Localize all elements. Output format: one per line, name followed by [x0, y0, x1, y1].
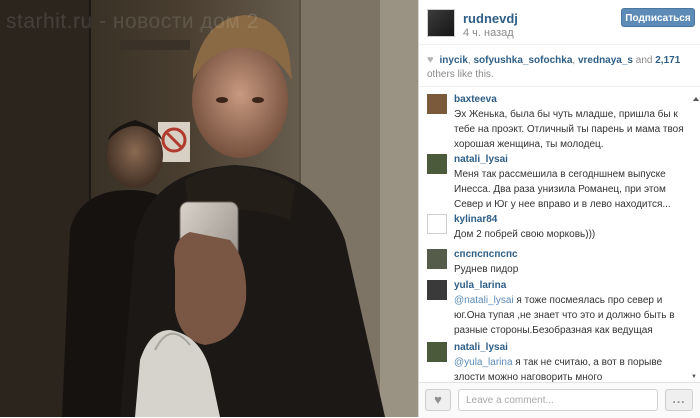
comment-text: Эх Женька, была бы чуть младше, пришла б… — [454, 109, 684, 150]
comment-text: Руднев пидор — [454, 264, 519, 275]
liker-link[interactable]: inycik — [440, 55, 468, 66]
commenter-username[interactable]: спспспспспс — [454, 249, 518, 260]
author-avatar[interactable] — [427, 9, 455, 37]
photo-watermark: starhit.ru - новости дом 2 — [6, 10, 259, 33]
commenter-avatar[interactable] — [427, 249, 447, 269]
author-username[interactable]: rudnevdj — [463, 11, 518, 26]
commenter-username[interactable]: natali_lysai — [454, 154, 508, 165]
likes-summary: ♥ inycik, sofyushka_sofochka, vrednaya_s … — [427, 54, 681, 80]
post-photo: starhit.ru - новости дом 2 — [0, 0, 418, 417]
follow-button[interactable]: Подписаться — [621, 8, 695, 27]
post-header: rudnevdj 4 ч. назад Подписаться — [419, 0, 700, 45]
likes-suffix: others like this. — [427, 69, 494, 80]
comments-scrollbar[interactable] — [693, 90, 699, 376]
comment-text: Меня так рассмешила в сегодншнем выпуске… — [454, 169, 671, 210]
comment-text: @natali_lysai я тоже посмеялась про севе… — [454, 293, 694, 338]
commenter-username[interactable]: natali_lysai — [454, 342, 508, 353]
likes-and-text: and — [635, 55, 653, 66]
heart-icon: ♥ — [427, 54, 434, 66]
comment-input[interactable] — [458, 389, 658, 411]
likes-count[interactable]: 2,171 — [655, 55, 680, 66]
ellipsis-icon: ... — [672, 392, 686, 406]
comment-text: Дом 2 побрей свою морковь))) — [454, 229, 596, 240]
comment-text: @yula_larina я так не считаю, а вот в по… — [454, 355, 694, 385]
mention-link[interactable]: @yula_larina — [454, 357, 513, 368]
commenter-avatar[interactable] — [427, 214, 447, 234]
selfie-photo-illustration — [0, 0, 418, 417]
like-button[interactable]: ♥ — [425, 389, 451, 411]
commenter-avatar[interactable] — [427, 342, 447, 362]
commenter-avatar[interactable] — [427, 94, 447, 114]
scroll-down-arrow-icon[interactable]: ▼ — [691, 374, 697, 380]
post-sidebar: rudnevdj 4 ч. назад Подписаться ♥ inycik,… — [418, 0, 700, 418]
heart-icon: ♥ — [434, 392, 442, 407]
commenter-username[interactable]: baxteeva — [454, 94, 497, 105]
mention-link[interactable]: @natali_lysai — [454, 295, 514, 306]
liker-link[interactable]: vrednaya_s — [578, 55, 633, 66]
commenter-username[interactable]: kylinar84 — [454, 214, 497, 225]
comment-footer: ♥ ... — [419, 382, 700, 418]
divider — [419, 86, 700, 87]
commenter-username[interactable]: yula_larina — [454, 280, 506, 291]
commenter-avatar[interactable] — [427, 154, 447, 174]
liker-link[interactable]: sofyushka_sofochka — [473, 55, 572, 66]
scroll-up-arrow-icon[interactable] — [693, 95, 699, 103]
post-time: 4 ч. назад — [463, 27, 514, 39]
commenter-avatar[interactable] — [427, 280, 447, 300]
more-options-button[interactable]: ... — [665, 389, 693, 411]
